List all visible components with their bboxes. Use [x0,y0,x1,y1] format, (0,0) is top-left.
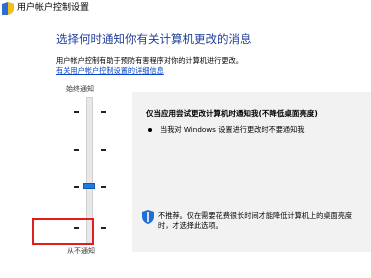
slider-tick [101,149,106,151]
slider-top-label: 始终通知 [66,85,94,93]
level-description-panel: 仅当应用尝试更改计算机时通知我(不降低桌面亮度) 当我对 Windows 设置进… [132,92,371,252]
description-text: 用户帐户控制有助于预防有害程序对你的计算机进行更改。 [56,56,243,65]
highlight-box [32,218,94,245]
slider-tick [74,111,79,113]
page-heading: 选择何时通知你有关计算机更改的消息 [56,32,252,46]
uac-shield-icon [2,2,14,15]
window-title: 用户帐户控制设置 [17,3,90,13]
slider-thumb[interactable] [83,183,95,189]
slider-tick [101,186,106,188]
slider-tick [101,227,106,229]
uac-help-link[interactable]: 有关用户帐户控制设置的详细信息 [56,66,164,75]
level-title: 仅当应用尝试更改计算机时通知我(不降低桌面亮度) [146,109,318,118]
bullet-dot [148,128,152,132]
slider-bottom-label: 从不通知 [67,247,95,255]
slider-tick [74,186,79,188]
title-bar: 用户帐户控制设置 [0,0,371,18]
warning-text: 不推荐。仅在需要花费很长时间才能降低计算机上的桌面亮度时，才选择此选项。 [158,211,353,230]
slider-tick [74,149,79,151]
level-detail-item: 当我对 Windows 设置进行更改时不要通知我 [160,125,305,134]
slider-tick [101,111,106,113]
uac-shield-icon [142,210,154,224]
